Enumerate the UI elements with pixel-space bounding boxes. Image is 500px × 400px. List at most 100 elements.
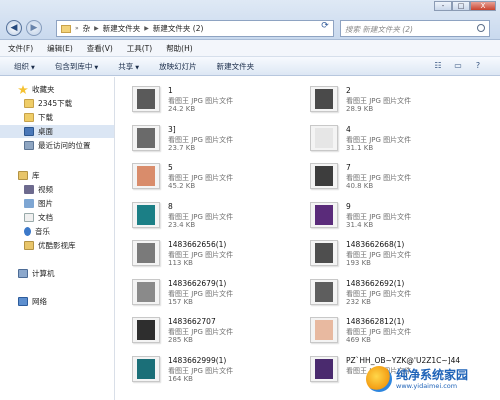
file-item[interactable]: 1483662812(1) 看图王 JPG 图片文件 469 KB <box>296 312 471 348</box>
nav-libraries[interactable]: 库 <box>18 169 40 182</box>
chevron-down-icon: ▼ <box>135 64 140 71</box>
file-item[interactable]: 3] 看图王 JPG 图片文件 23.7 KB <box>118 120 293 156</box>
chevron-right-icon: ▶ <box>144 25 149 32</box>
share-button[interactable]: 共享 ▼ <box>118 61 139 72</box>
nav-label: 音乐 <box>35 227 50 236</box>
file-thumbnail <box>132 317 160 343</box>
search-input[interactable]: 搜索 新建文件夹 (2) <box>340 20 490 37</box>
file-size: 24.2 KB <box>168 105 196 113</box>
folder-icon <box>24 113 34 122</box>
maximize-button[interactable]: □ <box>452 1 470 11</box>
thumbnail-image <box>137 281 155 302</box>
menu-file[interactable]: 文件(F) <box>8 43 33 54</box>
address-bar[interactable]: » 杂 ▶ 新建文件夹 ▶ 新建文件夹 (2) <box>56 20 334 37</box>
refresh-icon[interactable]: ⟳ <box>318 21 332 36</box>
help-icon[interactable]: ? <box>472 61 484 71</box>
menu-view[interactable]: 查看(V) <box>87 43 113 54</box>
file-size: 28.9 KB <box>346 105 374 113</box>
file-item[interactable]: 7 看图王 JPG 图片文件 40.8 KB <box>296 158 471 194</box>
site-logo-icon <box>366 366 392 392</box>
file-name: 1483662656(1) <box>168 240 227 249</box>
preview-pane-icon[interactable]: ▭ <box>452 61 464 71</box>
library-icon <box>24 241 34 250</box>
file-size: 113 KB <box>168 259 193 267</box>
file-item[interactable]: 1483662656(1) 看图王 JPG 图片文件 113 KB <box>118 235 293 271</box>
file-name: 5 <box>168 163 173 172</box>
file-item[interactable]: 1483662692(1) 看图王 JPG 图片文件 232 KB <box>296 274 471 310</box>
document-icon <box>24 213 34 222</box>
network-icon <box>18 297 28 306</box>
file-item[interactable]: 1483662679(1) 看图王 JPG 图片文件 157 KB <box>118 274 293 310</box>
nav-label: 桌面 <box>38 127 53 136</box>
file-thumbnail <box>310 86 338 112</box>
file-name: 1483662812(1) <box>346 317 405 326</box>
thumbnail-image <box>137 89 155 109</box>
nav-label: 网络 <box>32 297 47 306</box>
nav-item-documents[interactable]: 文档 <box>24 211 53 224</box>
file-size: 285 KB <box>168 336 193 344</box>
file-name: 1483662692(1) <box>346 278 405 288</box>
minimize-button[interactable]: - <box>434 1 452 11</box>
menu-help[interactable]: 帮助(H) <box>166 43 193 54</box>
thumbnail-image <box>137 166 155 186</box>
watermark-text: 纯净系统家园 www.yidaimei.com <box>396 368 468 390</box>
thumbnail-image <box>315 281 333 302</box>
file-item[interactable]: 1483662999(1) 看图王 JPG 图片文件 164 KB <box>118 351 293 387</box>
file-name: 1483662668(1) <box>346 240 405 249</box>
nav-item-youku-library[interactable]: 优酷影视库 <box>24 239 76 252</box>
thumbnail-image <box>315 127 333 148</box>
library-icon <box>18 171 28 180</box>
nav-item-pictures[interactable]: 图片 <box>24 197 53 210</box>
file-thumbnail <box>132 86 160 112</box>
star-icon <box>18 85 28 94</box>
close-button[interactable]: X <box>470 1 496 11</box>
nav-item-desktop[interactable]: 桌面 <box>0 125 114 138</box>
file-thumbnail <box>132 240 160 266</box>
nav-item-2345-downloads[interactable]: 2345下载 <box>24 97 72 110</box>
thumbnail-image <box>137 243 155 263</box>
forward-button[interactable]: ▶ <box>26 20 42 36</box>
file-size: 31.1 KB <box>346 143 374 152</box>
chevron-right-icon: » <box>75 25 79 32</box>
new-folder-button[interactable]: 新建文件夹 <box>217 61 255 72</box>
back-button[interactable]: ◀ <box>6 20 22 36</box>
nav-computer[interactable]: 计算机 <box>18 267 55 280</box>
thumbnail-image <box>315 89 333 109</box>
nav-item-recent-places[interactable]: 最近访问的位置 <box>24 139 91 152</box>
breadcrumb-item[interactable]: 新建文件夹 (2) <box>153 23 204 34</box>
nav-item-downloads[interactable]: 下载 <box>24 111 53 124</box>
include-label: 包含到库中 <box>54 61 93 71</box>
file-item[interactable]: 5 看图王 JPG 图片文件 45.2 KB <box>118 158 293 194</box>
thumbnail-image <box>315 358 333 379</box>
desktop-icon <box>24 127 34 136</box>
nav-item-music[interactable]: 音乐 <box>24 225 50 238</box>
file-item[interactable]: 9 看图王 JPG 图片文件 31.4 KB <box>296 197 471 233</box>
nav-label: 库 <box>32 171 40 180</box>
view-options-icon[interactable]: ☷ <box>432 61 444 71</box>
nav-favorites[interactable]: 收藏夹 <box>18 83 55 96</box>
navigation-pane: 收藏夹 2345下载 下载 桌面 最近访问的位置 库 视频 图片 文档 音乐 优… <box>0 77 115 400</box>
file-name: 2 <box>346 86 351 95</box>
file-item[interactable]: 8 看图王 JPG 图片文件 23.4 KB <box>118 197 293 233</box>
organize-button[interactable]: 组织 ▼ <box>14 61 35 72</box>
file-item[interactable]: 2 看图王 JPG 图片文件 28.9 KB <box>296 81 471 117</box>
file-item[interactable]: 1483662707 看图王 JPG 图片文件 285 KB <box>118 312 293 348</box>
search-placeholder: 搜索 新建文件夹 (2) <box>345 25 413 34</box>
breadcrumb-item[interactable]: 新建文件夹 <box>103 23 141 34</box>
menu-edit[interactable]: 编辑(E) <box>47 43 73 54</box>
nav-network[interactable]: 网络 <box>18 295 47 308</box>
file-item[interactable]: 1483662668(1) 看图王 JPG 图片文件 193 KB <box>296 235 471 271</box>
file-size: 232 KB <box>346 297 371 306</box>
nav-label: 最近访问的位置 <box>38 141 91 150</box>
menu-tools[interactable]: 工具(T) <box>127 43 152 54</box>
nav-item-videos[interactable]: 视频 <box>24 183 53 196</box>
slideshow-button[interactable]: 放映幻灯片 <box>159 61 197 72</box>
file-item[interactable]: 1 看图王 JPG 图片文件 24.2 KB <box>118 81 293 117</box>
file-size: 45.2 KB <box>168 182 196 190</box>
breadcrumb-item[interactable]: 杂 <box>83 23 91 34</box>
file-item[interactable]: 4 看图王 JPG 图片文件 31.1 KB <box>296 120 471 156</box>
file-thumbnail <box>310 163 338 189</box>
menu-bar: 文件(F) 编辑(E) 查看(V) 工具(T) 帮助(H) <box>0 40 500 57</box>
include-in-library-button[interactable]: 包含到库中 ▼ <box>55 61 98 72</box>
organize-label: 组织 <box>14 61 29 71</box>
